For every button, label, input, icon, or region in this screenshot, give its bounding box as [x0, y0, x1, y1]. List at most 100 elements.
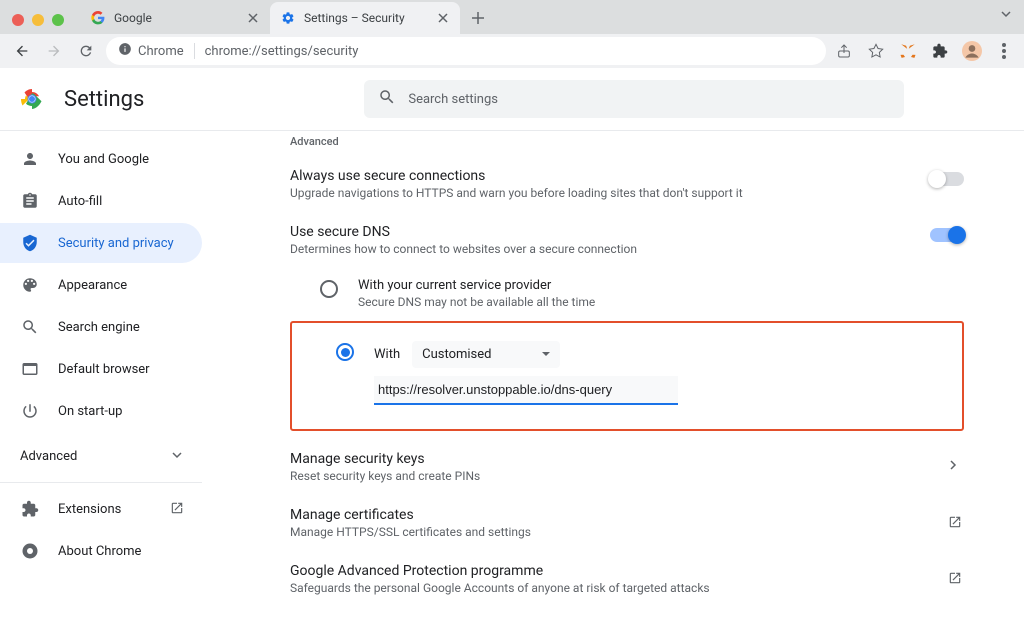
- sidebar-item-on-startup[interactable]: On start-up: [0, 391, 202, 431]
- back-button[interactable]: [10, 39, 34, 63]
- shield-icon: [20, 233, 40, 253]
- address-app-label: Chrome: [138, 44, 184, 59]
- sidebar: You and Google Auto-fill Security and pr…: [0, 131, 210, 634]
- search-placeholder: Search settings: [408, 92, 498, 107]
- tab-strip: Google Settings – Security: [0, 0, 1024, 34]
- dns-option-custom[interactable]: With Customised: [336, 331, 948, 415]
- settings-search-input[interactable]: Search settings: [364, 80, 904, 118]
- sidebar-item-extensions[interactable]: Extensions: [0, 489, 202, 529]
- window-dropdown-icon[interactable]: [1000, 8, 1012, 24]
- tab-title: Settings – Security: [304, 11, 428, 25]
- setting-desc: Determines how to connect to websites ov…: [290, 242, 637, 256]
- sidebar-item-label: On start-up: [58, 404, 186, 419]
- browser-icon: [20, 359, 40, 379]
- sidebar-item-label: Auto-fill: [58, 194, 186, 209]
- sidebar-item-label: Extensions: [58, 502, 152, 517]
- page-title: Settings: [64, 87, 144, 112]
- toolbar: Chrome chrome://settings/security: [0, 34, 1024, 68]
- section-label: Advanced: [290, 131, 964, 156]
- assignment-icon: [20, 191, 40, 211]
- link-desc: Reset security keys and create PINs: [290, 469, 480, 483]
- search-icon: [378, 88, 396, 110]
- link-title: Manage certificates: [290, 507, 531, 523]
- setting-title: Always use secure connections: [290, 168, 743, 184]
- settings-header: Settings Search settings: [0, 68, 1024, 130]
- sidebar-item-search-engine[interactable]: Search engine: [0, 307, 202, 347]
- chevron-down-icon: [172, 449, 182, 464]
- sidebar-advanced-toggle[interactable]: Advanced: [0, 437, 202, 476]
- bookmark-icon[interactable]: [866, 41, 886, 61]
- reload-button[interactable]: [74, 39, 98, 63]
- chevron-down-icon: [542, 347, 550, 362]
- setting-title: Use secure DNS: [290, 224, 637, 240]
- extensions-puzzle-icon[interactable]: [930, 41, 950, 61]
- metamask-extension-icon[interactable]: [898, 41, 918, 61]
- google-favicon-icon: [90, 10, 106, 26]
- external-link-icon: [948, 515, 964, 531]
- close-tab-icon[interactable]: [436, 11, 450, 25]
- sidebar-item-default-browser[interactable]: Default browser: [0, 349, 202, 389]
- maximize-window-icon[interactable]: [52, 14, 64, 26]
- manage-certificates-link[interactable]: Manage certificates Manage HTTPS/SSL cer…: [290, 495, 964, 551]
- link-desc: Safeguards the personal Google Accounts …: [290, 581, 710, 595]
- profile-avatar-icon[interactable]: [962, 41, 982, 61]
- link-desc: Manage HTTPS/SSL certificates and settin…: [290, 525, 531, 539]
- palette-icon: [20, 275, 40, 295]
- sidebar-item-label: Search engine: [58, 320, 186, 335]
- radio-unselected-icon[interactable]: [320, 280, 338, 298]
- browser-chrome: Google Settings – Security: [0, 0, 1024, 68]
- sidebar-item-label: About Chrome: [58, 544, 186, 559]
- option-title: With your current service provider: [358, 278, 964, 293]
- sidebar-item-label: Security and privacy: [58, 236, 186, 251]
- share-icon[interactable]: [834, 41, 854, 61]
- chrome-icon: [20, 541, 40, 561]
- dropdown-value: Customised: [422, 347, 491, 362]
- tab-settings-security[interactable]: Settings – Security: [270, 2, 460, 34]
- setting-desc: Upgrade navigations to HTTPS and warn yo…: [290, 186, 743, 200]
- secure-dns-toggle[interactable]: [930, 228, 964, 242]
- manage-security-keys-link[interactable]: Manage security keys Reset security keys…: [290, 439, 964, 495]
- sidebar-item-about-chrome[interactable]: About Chrome: [0, 531, 202, 571]
- minimize-window-icon[interactable]: [32, 14, 44, 26]
- secure-connections-toggle[interactable]: [930, 172, 964, 186]
- sidebar-item-you-and-google[interactable]: You and Google: [0, 139, 202, 179]
- sidebar-item-label: Appearance: [58, 278, 186, 293]
- new-tab-button[interactable]: [464, 4, 492, 32]
- person-icon: [20, 149, 40, 169]
- tab-title: Google: [114, 11, 238, 25]
- address-bar[interactable]: Chrome chrome://settings/security: [106, 37, 826, 65]
- more-menu-icon[interactable]: [994, 41, 1014, 61]
- dns-option-provider[interactable]: With your current service provider Secur…: [320, 268, 964, 319]
- puzzle-icon: [20, 499, 40, 519]
- advanced-protection-link[interactable]: Google Advanced Protection programme Saf…: [290, 551, 964, 607]
- main-panel: Advanced Always use secure connections U…: [210, 131, 1024, 634]
- sidebar-item-label: Default browser: [58, 362, 186, 377]
- close-window-icon[interactable]: [12, 14, 24, 26]
- advanced-label: Advanced: [20, 449, 77, 464]
- external-link-icon: [170, 501, 186, 517]
- dns-url-input[interactable]: [374, 376, 678, 405]
- close-tab-icon[interactable]: [246, 11, 260, 25]
- tab-google[interactable]: Google: [80, 2, 270, 34]
- dns-provider-dropdown[interactable]: Customised: [412, 341, 560, 368]
- external-link-icon: [948, 571, 964, 587]
- option-desc: Secure DNS may not be available all the …: [358, 295, 964, 309]
- highlight-box: With Customised: [290, 321, 964, 431]
- radio-selected-icon[interactable]: [336, 343, 354, 361]
- chevron-right-icon: [948, 459, 964, 475]
- divider: [0, 482, 202, 483]
- setting-secure-connections: Always use secure connections Upgrade na…: [290, 156, 964, 212]
- url-text: chrome://settings/security: [205, 44, 359, 59]
- window-controls[interactable]: [8, 14, 72, 26]
- sidebar-item-label: You and Google: [58, 152, 186, 167]
- sidebar-item-autofill[interactable]: Auto-fill: [0, 181, 202, 221]
- info-icon[interactable]: [118, 42, 132, 60]
- setting-secure-dns: Use secure DNS Determines how to connect…: [290, 212, 964, 268]
- power-icon: [20, 401, 40, 421]
- option-label: With: [374, 347, 400, 362]
- sidebar-item-security[interactable]: Security and privacy: [0, 223, 202, 263]
- separator: [194, 43, 195, 59]
- forward-button[interactable]: [42, 39, 66, 63]
- gear-favicon-icon: [280, 10, 296, 26]
- sidebar-item-appearance[interactable]: Appearance: [0, 265, 202, 305]
